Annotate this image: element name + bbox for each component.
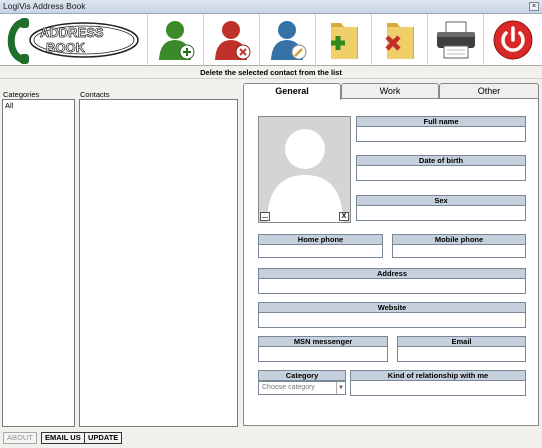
printer-icon: [436, 21, 475, 59]
about-button[interactable]: ABOUT: [3, 432, 37, 444]
full-name-label: Full name: [356, 116, 526, 127]
relationship-label: Kind of relationship with me: [350, 370, 526, 381]
address-book-logo: ADDRESS BOOK: [7, 18, 139, 64]
mobile-phone-label: Mobile phone: [392, 234, 526, 245]
exit-button[interactable]: [483, 14, 542, 66]
address-label: Address: [258, 268, 526, 279]
person-add-icon: [158, 21, 194, 60]
clear-photo-button[interactable]: X: [339, 212, 349, 221]
chevron-down-icon: ▼: [336, 382, 345, 394]
full-name-field: Full name: [356, 116, 526, 142]
sex-label: Sex: [356, 195, 526, 206]
tab-bar: General Work Other: [243, 83, 539, 100]
add-category-button[interactable]: [315, 14, 371, 66]
person-delete-icon: [214, 21, 250, 60]
sex-field: Sex: [356, 195, 526, 221]
edit-contact-button[interactable]: [259, 14, 315, 66]
relationship-field: Kind of relationship with me: [350, 370, 526, 396]
email-field: Email: [397, 336, 526, 362]
mobile-phone-field: Mobile phone: [392, 234, 526, 258]
window-title: LogiVis Address Book: [3, 1, 86, 11]
title-bar: LogiVis Address Book ×: [0, 0, 542, 14]
home-phone-label: Home phone: [258, 234, 383, 245]
email-label: Email: [397, 336, 526, 347]
person-silhouette-icon: [267, 129, 343, 222]
address-field: Address: [258, 268, 526, 294]
add-contact-button[interactable]: [147, 14, 203, 66]
close-window-button[interactable]: ×: [529, 2, 539, 11]
tab-other[interactable]: Other: [439, 83, 539, 99]
home-phone-field: Home phone: [258, 234, 383, 258]
full-name-input[interactable]: [356, 127, 526, 142]
category-item-all[interactable]: All: [3, 100, 74, 111]
sex-input[interactable]: [356, 206, 526, 221]
delete-contact-button[interactable]: [203, 14, 259, 66]
print-button[interactable]: [427, 14, 483, 66]
email-us-button[interactable]: EMAIL US: [41, 432, 85, 444]
date-of-birth-label: Date of birth: [356, 155, 526, 166]
website-label: Website: [258, 302, 526, 313]
folder-delete-icon: [384, 23, 414, 59]
home-phone-input[interactable]: [258, 245, 383, 258]
relationship-input[interactable]: [350, 381, 526, 396]
person-edit-icon: [270, 21, 306, 60]
logo-word-book: BOOK: [46, 40, 86, 55]
website-input[interactable]: [258, 313, 526, 328]
browse-photo-button[interactable]: ...: [260, 212, 270, 221]
category-select[interactable]: Choose category ▼: [258, 381, 346, 395]
date-of-birth-input[interactable]: [356, 166, 526, 181]
category-select-value: Choose category: [262, 384, 315, 391]
status-bar: Delete the selected contact from the lis…: [0, 67, 542, 79]
msn-messenger-label: MSN messenger: [258, 336, 388, 347]
tab-work[interactable]: Work: [341, 83, 439, 99]
website-field: Website: [258, 302, 526, 328]
folder-add-icon: [330, 23, 358, 59]
update-button[interactable]: UPDATE: [84, 432, 123, 444]
categories-label: Categories: [3, 90, 40, 99]
logo-word-address: ADDRESS: [40, 25, 104, 40]
msn-messenger-input[interactable]: [258, 347, 388, 362]
mobile-phone-input[interactable]: [392, 245, 526, 258]
delete-category-button[interactable]: [371, 14, 427, 66]
email-input[interactable]: [397, 347, 526, 362]
contact-photo: ... X: [258, 116, 351, 223]
contacts-label: Contacts: [80, 90, 110, 99]
address-input[interactable]: [258, 279, 526, 294]
category-label: Category: [258, 370, 346, 381]
date-of-birth-field: Date of birth: [356, 155, 526, 181]
categories-list[interactable]: All: [2, 99, 75, 427]
category-field: Category: [258, 370, 346, 381]
toolbar: ADDRESS BOOK: [0, 14, 542, 66]
power-icon: [493, 20, 533, 60]
msn-messenger-field: MSN messenger: [258, 336, 388, 362]
contacts-list[interactable]: [79, 99, 238, 427]
tab-general[interactable]: General: [243, 83, 341, 100]
